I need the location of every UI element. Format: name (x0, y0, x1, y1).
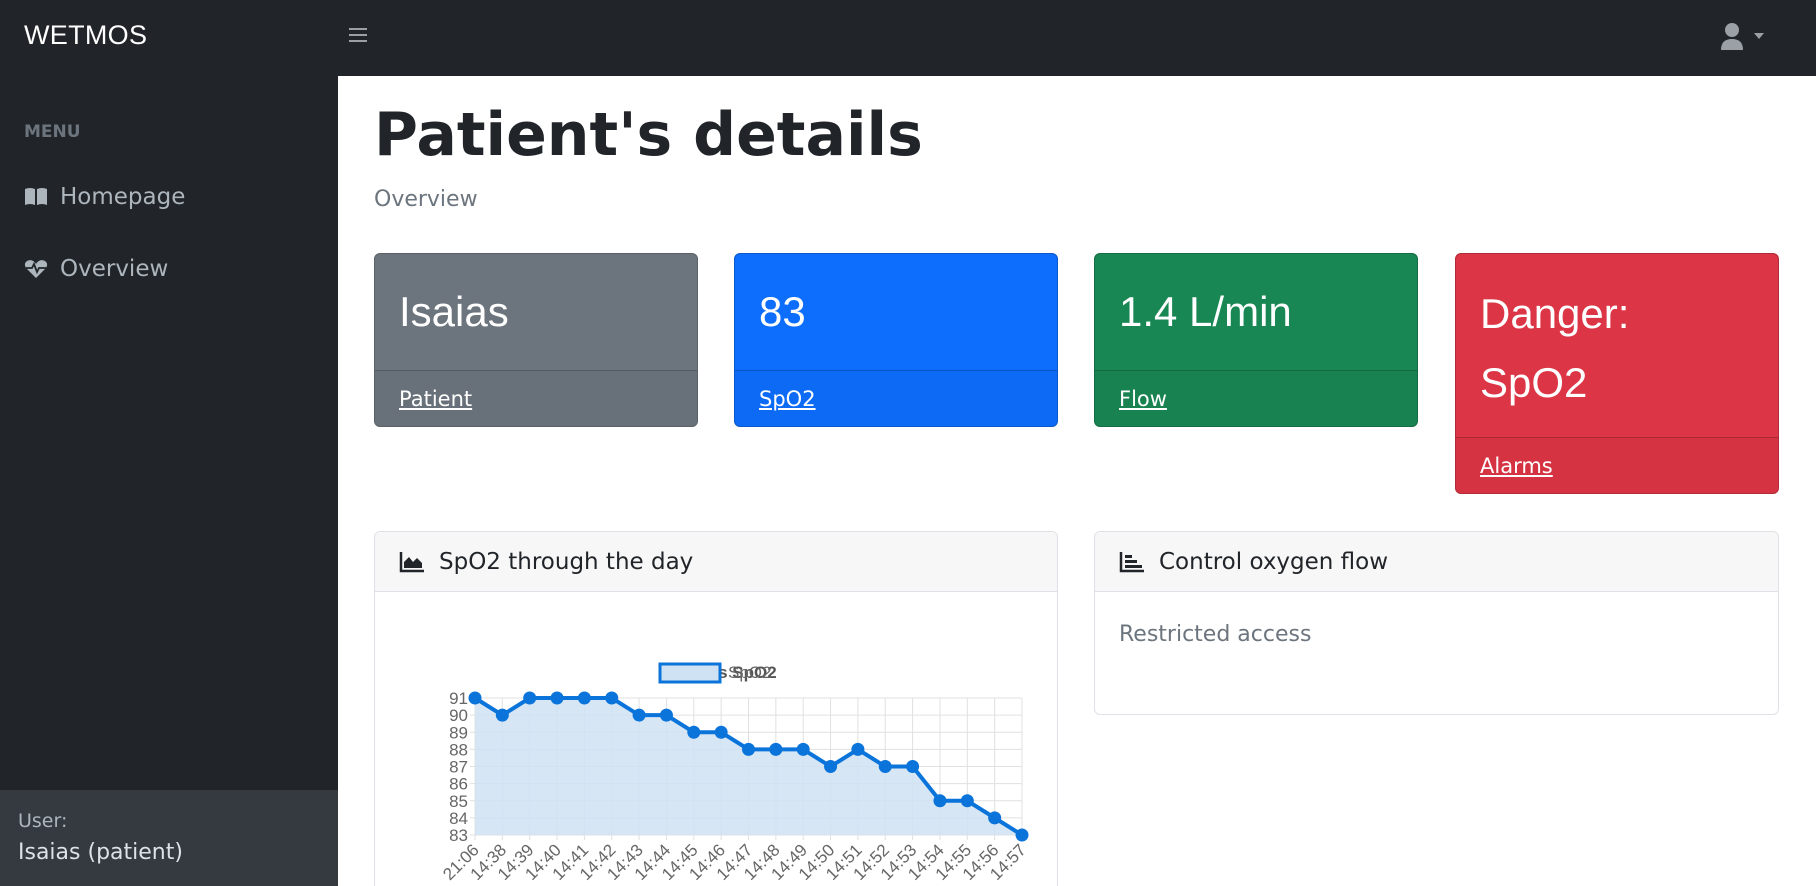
panel-header: Control oxygen flow (1095, 532, 1778, 592)
brand-logo[interactable]: WETMOS (24, 20, 147, 51)
legend-label: SpO2 (728, 663, 771, 682)
y-tick-label: 91 (449, 689, 468, 708)
alarm-card: Danger: SpO2 Alarms (1455, 253, 1779, 494)
y-tick-label: 86 (449, 775, 468, 794)
restricted-access-message: Restricted access (1119, 622, 1312, 647)
spo2-card: 83 SpO2 (734, 253, 1058, 427)
user-icon (1721, 23, 1764, 50)
data-point (714, 725, 728, 739)
book-icon (24, 186, 50, 208)
data-point (906, 760, 920, 773)
spo2-chart-panel: SpO2 through the day Patient's SpO2SpO28… (374, 531, 1058, 886)
sidebar-footer: User: Isaias (patient) (0, 790, 338, 886)
data-point (1015, 828, 1029, 842)
sidebar: MENU Homepage Overview User: Isaias (pat… (0, 76, 338, 886)
data-point (742, 742, 755, 756)
data-point (495, 708, 509, 722)
data-point (878, 760, 892, 773)
oxygen-control-panel: Control oxygen flow Restricted access (1094, 531, 1779, 715)
data-point (796, 742, 810, 756)
card-value: 1.4 L/min (1119, 288, 1292, 335)
area-chart-icon (399, 550, 427, 574)
card-value: Danger: SpO2 (1456, 254, 1778, 437)
data-point (577, 691, 591, 705)
spo2-link[interactable]: SpO2 (759, 387, 816, 411)
flow-link[interactable]: Flow (1119, 387, 1167, 411)
card-value: 83 (759, 288, 806, 335)
y-tick-label: 90 (449, 706, 468, 725)
panel-title: Control oxygen flow (1159, 548, 1389, 575)
data-point (960, 794, 974, 808)
data-point (632, 708, 646, 722)
page-subtitle: Overview (374, 187, 478, 212)
sidebar-item-overview[interactable]: Overview (24, 256, 168, 282)
card-value: Isaias (399, 288, 509, 335)
sidebar-toggle-icon[interactable] (349, 24, 371, 46)
data-point (550, 691, 564, 705)
sidebar-item-label: Homepage (60, 184, 186, 210)
spo2-chart: Patient's SpO2SpO283848586878889909121:0… (439, 662, 1030, 884)
sidebar-item-homepage[interactable]: Homepage (24, 184, 185, 210)
alarms-link[interactable]: Alarms (1480, 454, 1553, 478)
panel-header: SpO2 through the day (375, 532, 1057, 592)
data-point (769, 742, 783, 756)
user-label: User: (18, 810, 68, 832)
menu-heading: MENU (24, 122, 81, 142)
page-title: Patient's details (374, 100, 923, 170)
sidebar-item-label: Overview (60, 256, 169, 282)
patient-link[interactable]: Patient (399, 387, 472, 411)
data-point (523, 691, 537, 705)
heartbeat-icon (24, 258, 50, 280)
y-tick-label: 83 (449, 826, 468, 845)
top-navbar: WETMOS (0, 0, 1816, 76)
data-point (824, 760, 838, 773)
flow-card: 1.4 L/min Flow (1094, 253, 1418, 427)
legend-swatch (658, 662, 722, 684)
data-point (659, 708, 673, 722)
patient-card: Isaias Patient (374, 253, 698, 427)
data-point (933, 794, 947, 808)
data-point (851, 742, 865, 756)
y-tick-label: 89 (449, 723, 468, 742)
alarm-parameter: SpO2 (1480, 358, 1588, 406)
data-point (468, 691, 482, 705)
caret-down-icon (1754, 33, 1764, 39)
y-tick-label: 85 (449, 792, 468, 811)
y-tick-label: 84 (449, 809, 468, 828)
bar-chart-icon (1119, 550, 1147, 574)
data-point (988, 811, 1002, 825)
alarm-status: Danger: (1480, 289, 1630, 337)
data-point (605, 691, 619, 705)
panel-title: SpO2 through the day (439, 548, 694, 575)
data-point (687, 725, 701, 739)
y-tick-label: 88 (449, 740, 468, 759)
y-tick-label: 87 (449, 758, 468, 777)
current-user: Isaias (patient) (18, 840, 183, 865)
user-menu-dropdown[interactable] (1720, 20, 1770, 54)
